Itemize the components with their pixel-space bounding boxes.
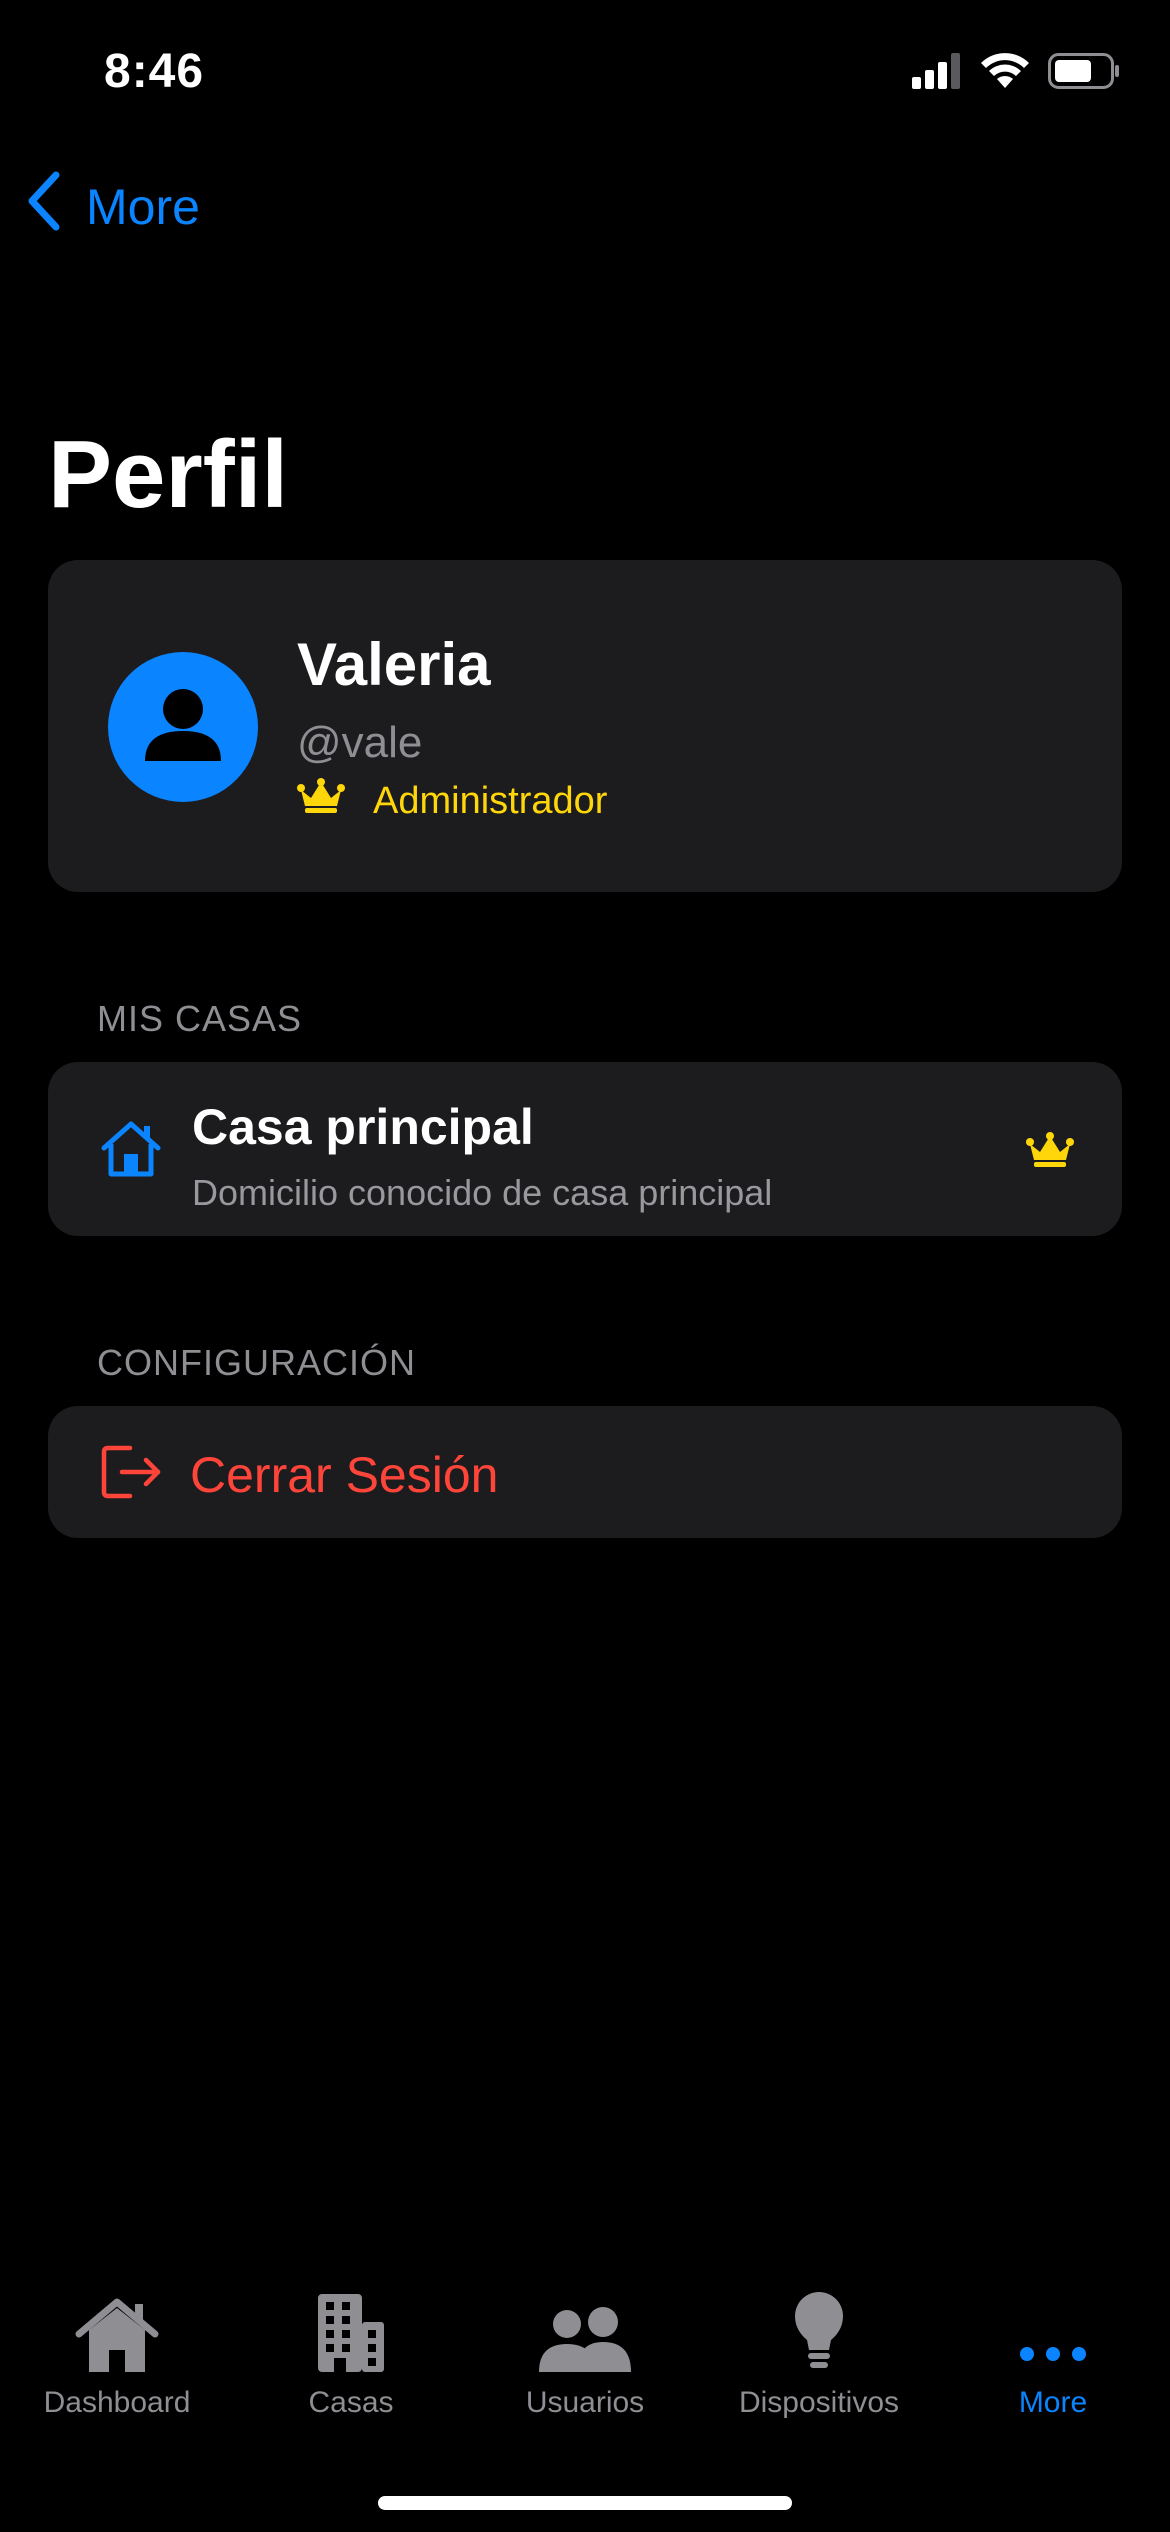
profile-name: Valeria xyxy=(297,631,491,698)
person-icon xyxy=(141,683,225,772)
building-icon xyxy=(316,2280,386,2374)
house-name: Casa principal xyxy=(192,1099,534,1155)
ellipsis-icon xyxy=(1018,2280,1088,2374)
page-title: Perfil xyxy=(48,421,289,528)
back-button[interactable]: More xyxy=(24,171,200,243)
wifi-icon xyxy=(980,52,1030,95)
section-header-houses: MIS CASAS xyxy=(97,998,303,1039)
people-icon xyxy=(537,2280,633,2374)
tab-more[interactable]: More xyxy=(936,2280,1170,2430)
section-header-config: CONFIGURACIÓN xyxy=(97,1342,416,1383)
home-indicator xyxy=(378,2496,792,2510)
cellular-signal-icon xyxy=(912,53,962,94)
back-label: More xyxy=(86,179,200,235)
profile-handle: @vale xyxy=(297,718,423,767)
tab-dashboard[interactable]: Dashboard xyxy=(0,2280,234,2430)
tab-casas[interactable]: Casas xyxy=(234,2280,468,2430)
role-badge: Administrador xyxy=(297,778,607,824)
role-label: Administrador xyxy=(373,779,608,822)
logout-button[interactable]: Cerrar Sesión xyxy=(48,1406,1122,1538)
status-icons xyxy=(912,52,1120,95)
battery-icon xyxy=(1048,53,1120,94)
tab-label: Casas xyxy=(308,2386,394,2419)
avatar xyxy=(108,652,258,802)
tab-usuarios[interactable]: Usuarios xyxy=(468,2280,702,2430)
house-address: Domicilio conocido de casa principal xyxy=(192,1172,773,1213)
tab-dispositivos[interactable]: Dispositivos xyxy=(702,2280,936,2430)
logout-icon xyxy=(100,1442,164,1507)
crown-icon xyxy=(1026,1132,1074,1173)
logout-label: Cerrar Sesión xyxy=(190,1447,499,1503)
tab-label: More xyxy=(1018,2386,1088,2419)
profile-card: Valeria @vale Administrador xyxy=(48,560,1122,892)
tab-label: Usuarios xyxy=(525,2386,645,2419)
house-row[interactable]: Casa principal Domicilio conocido de cas… xyxy=(48,1062,1122,1236)
house-icon xyxy=(100,1120,162,1183)
tab-label: Dashboard xyxy=(43,2386,191,2419)
tab-bar: Dashboard Casas Usuarios Dispositivos Mo… xyxy=(0,2280,1170,2430)
chevron-left-icon xyxy=(24,171,64,243)
crown-icon xyxy=(297,778,345,824)
tab-label: Dispositivos xyxy=(738,2386,900,2419)
status-time: 8:46 xyxy=(104,45,205,98)
lightbulb-icon xyxy=(793,2280,845,2374)
house-fill-icon xyxy=(73,2280,161,2374)
